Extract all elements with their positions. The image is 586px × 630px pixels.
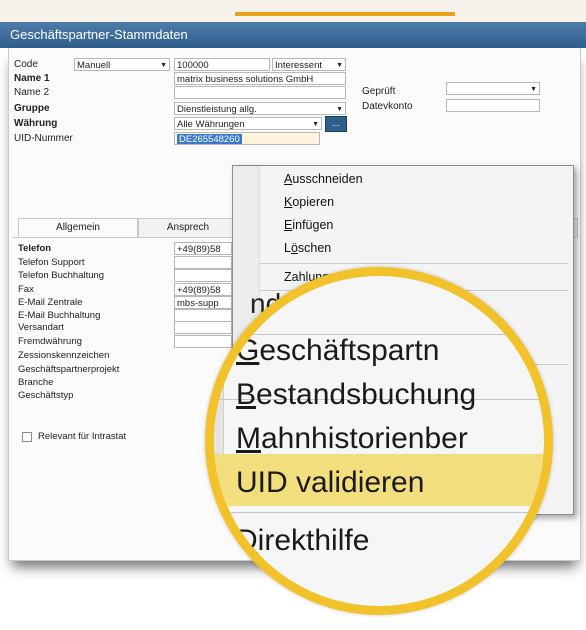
name2-label: Name 2 (14, 87, 50, 98)
menu-item-copy[interactable]: Kopieren (284, 195, 334, 209)
menu-item-paste[interactable]: Einfügen (284, 218, 333, 232)
tab-allgemein[interactable]: Allgemein (18, 218, 138, 238)
general-row-label: Fax (18, 284, 34, 295)
type-select[interactable]: Interessent (272, 58, 346, 71)
intrastat-label: Relevant für Intrastat (38, 431, 127, 442)
intrastat-checkbox[interactable] (22, 432, 32, 442)
general-row-label: Telefon (18, 243, 52, 254)
currency-label: Währung (14, 118, 58, 129)
menu-item-cut-label: usschneiden (292, 172, 363, 186)
vat-id-label: UID-Nummer (14, 133, 73, 144)
general-row-label: E-Mail Zentrale (18, 297, 83, 308)
currency-select[interactable]: Alle Währungen (174, 117, 322, 130)
lens-icon-column (214, 276, 224, 606)
lens-item-dunning-history[interactable]: Mahnhistorienber (236, 422, 468, 456)
group-select[interactable]: Dienstleistung allg. (174, 102, 346, 115)
menu-item-delete[interactable]: Löschen (284, 241, 331, 255)
code-series-select[interactable]: Manuell (74, 58, 170, 71)
menu-item-paste-label: infügen (292, 218, 334, 232)
window-title: Geschäftspartner-Stammdaten (0, 22, 586, 48)
checked-label: Geprüft (362, 86, 396, 97)
vat-id-selected-text: DE265548260 (177, 134, 242, 145)
general-row-input[interactable]: +49(89)58 (174, 242, 232, 255)
general-row-label: Geschäftstyp (18, 390, 74, 401)
tab-ansprechpartner[interactable]: Ansprech (138, 218, 238, 238)
name1-label: Name 1 (14, 73, 50, 84)
group-label: Gruppe (14, 103, 50, 114)
code-input[interactable]: 100000 (174, 58, 270, 71)
checked-select[interactable] (446, 82, 540, 95)
lens-item-direct-help[interactable]: Direkthilfe (236, 524, 369, 558)
general-row-label: Geschäftspartnerprojekt (18, 364, 120, 375)
lens-item-business-partner[interactable]: Geschäftspartn (236, 334, 439, 368)
general-row-input[interactable] (174, 256, 232, 269)
general-row-label: E-Mail Buchhaltung (18, 310, 101, 321)
lens-item-validate-vat-id[interactable]: UID validieren (236, 466, 424, 500)
menu-item-cut[interactable]: Ausschneiden (284, 172, 363, 186)
general-row-label: Branche (18, 377, 54, 388)
lens-item-inventory-posting[interactable]: Bestandsbuchung (236, 378, 476, 412)
code-label: Code (14, 59, 38, 70)
general-row-label: Telefon Buchhaltung (18, 270, 105, 281)
menu-separator (260, 263, 568, 264)
magnifier-lens: Geschäftspartn Bestandsbuchung Mahnhisto… (205, 267, 553, 615)
name1-input[interactable]: matrix business solutions GmbH (174, 72, 346, 85)
datev-account-input[interactable] (446, 99, 540, 112)
lens-separator (214, 512, 544, 513)
vat-id-input[interactable]: DE265548260 (174, 132, 320, 145)
currency-browse-button[interactable]: ... (325, 116, 347, 132)
general-row-label: Telefon Support (18, 257, 85, 268)
accent-bar (235, 12, 455, 16)
general-row-label: Zessionskennzeichen (18, 350, 110, 361)
lens-item-direct-help-text: irekthilfe (257, 524, 370, 557)
lens-item-inventory-posting-text: estandsbuchung (256, 378, 477, 411)
menu-item-delete-label: Löschen (284, 241, 332, 255)
datev-account-label: Datevkonto (362, 101, 413, 112)
lens-item-business-partner-text: eschäftspartn (259, 334, 440, 367)
name2-input[interactable] (174, 86, 346, 99)
top-strip (0, 0, 586, 22)
lens-item-dunning-history-text: ahnhistorienber (261, 422, 468, 455)
general-row-label: Versandart (18, 322, 64, 333)
menu-item-copy-label: opieren (292, 195, 335, 209)
general-row-label: Fremdwährung (18, 336, 82, 347)
